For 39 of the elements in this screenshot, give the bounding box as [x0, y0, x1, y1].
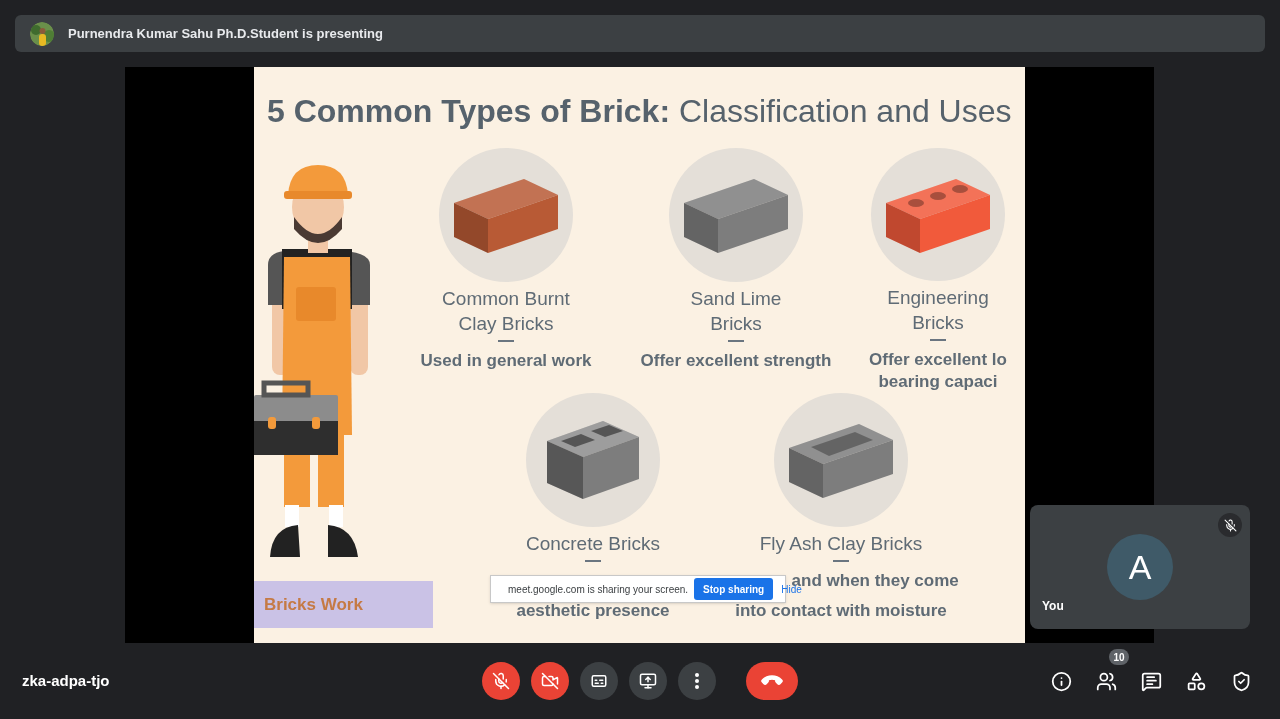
present-screen-icon: [639, 672, 657, 690]
camera-button[interactable]: [531, 662, 569, 700]
brick-description: into contact with moisture: [735, 600, 947, 622]
leave-call-button[interactable]: [746, 662, 798, 700]
captions-button[interactable]: [580, 662, 618, 700]
meeting-code: zka-adpa-tjo: [22, 672, 110, 689]
microphone-button[interactable]: [482, 662, 520, 700]
brick-name: Fly Ash Clay Bricks: [759, 532, 923, 556]
bricks-work-label: Bricks Work: [254, 581, 433, 628]
microphone-off-icon: [1223, 518, 1237, 532]
brick-name: Sand Lime: [690, 287, 782, 311]
count-badge: 10: [1109, 649, 1129, 665]
brick-name: Bricks: [710, 312, 762, 336]
brick-description: aesthetic presence: [516, 600, 670, 622]
stop-sharing-button[interactable]: Stop sharing: [694, 578, 774, 600]
brick-name: Common Burnt: [442, 287, 570, 311]
shapes-icon: [1185, 670, 1207, 692]
slide-title: 5 Common Types of Brick: Classification and Uses: [267, 93, 1012, 129]
brick-name: Bricks: [912, 311, 964, 335]
more-options-button[interactable]: [678, 662, 716, 700]
sharing-message: meet.google.com is sharing your screen.: [508, 582, 689, 597]
brick-description: Offer excellent lo: [869, 349, 1007, 371]
more-icon: [695, 673, 699, 689]
people-icon: [1095, 670, 1117, 692]
brick-description: Offer excellent strength: [640, 350, 832, 372]
camera-off-icon: [541, 672, 559, 690]
brick-description: Used in general work: [420, 350, 592, 372]
avatar: A: [1107, 534, 1173, 600]
chat-icon: [1140, 670, 1162, 692]
brick-description: bearing capaci: [878, 371, 998, 393]
participant-name: You: [1042, 598, 1064, 615]
presenter-text: Purnendra Kumar Sahu Ph.D.Student is presenting: [68, 24, 383, 43]
brick-name: Clay Bricks: [458, 312, 554, 336]
captions-icon: [590, 672, 608, 690]
brick-name: Engineering: [887, 286, 989, 310]
microphone-off-icon: [492, 672, 510, 690]
brick-name: Concrete Bricks: [525, 532, 661, 556]
info-icon: [1050, 670, 1072, 692]
present-button[interactable]: [629, 662, 667, 700]
